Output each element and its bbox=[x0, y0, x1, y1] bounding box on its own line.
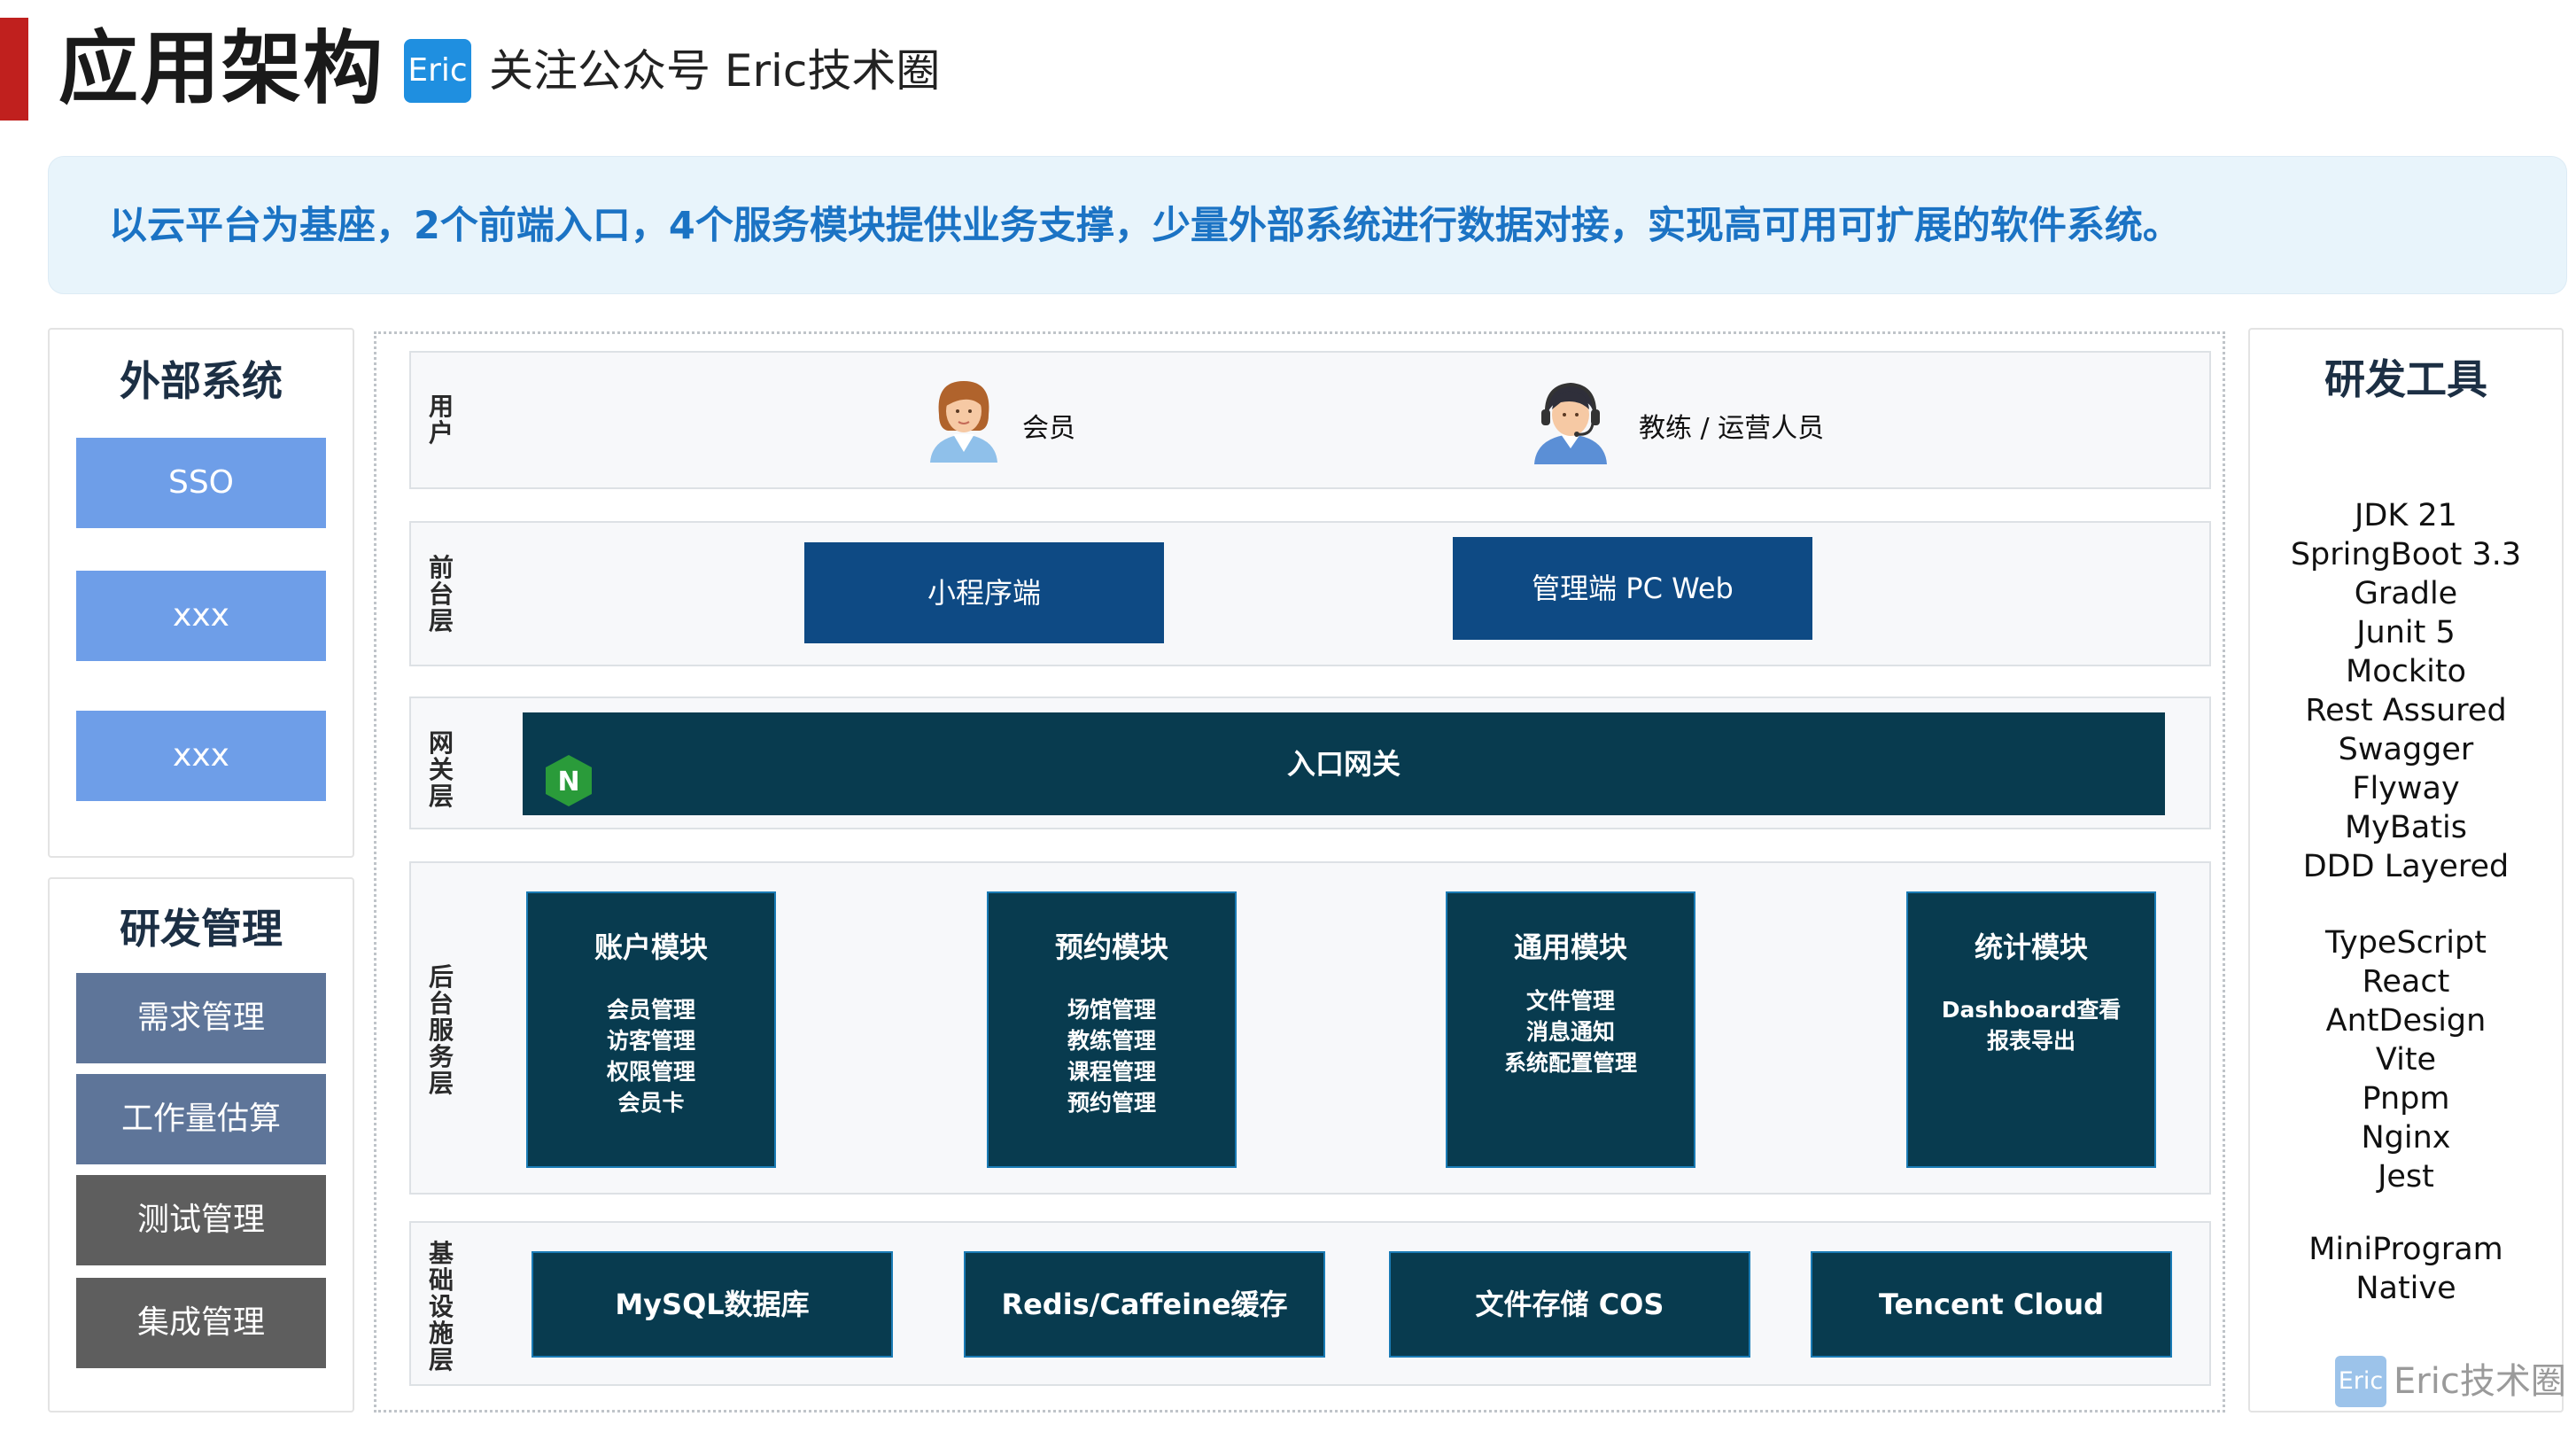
backend-layer-label: 后台服务层 bbox=[428, 962, 454, 1098]
module-items: 会员管理 访客管理 权限管理 会员卡 bbox=[528, 994, 774, 1118]
module-item: 教练管理 bbox=[1067, 1028, 1156, 1054]
dev-item-requirements: 需求管理 bbox=[76, 973, 326, 1063]
title-accent-bar bbox=[0, 18, 28, 121]
tool-item: MiniProgram bbox=[2308, 1232, 2503, 1267]
module-title: 通用模块 bbox=[1513, 930, 1627, 964]
module-item: 课程管理 bbox=[1067, 1059, 1156, 1085]
watermark-text: Eric技术圈 bbox=[2394, 1361, 2566, 1402]
dev-tools-backend-list: JDK 21 SpringBoot 3.3 Gradle Junit 5 Moc… bbox=[2250, 496, 2562, 886]
page-subtitle: 关注公众号 Eric技术圈 bbox=[489, 45, 941, 97]
dev-item-integration: 集成管理 bbox=[76, 1278, 326, 1368]
module-booking: 预约模块 场馆管理 教练管理 课程管理 预约管理 bbox=[987, 891, 1237, 1168]
tool-item: JDK 21 bbox=[2355, 498, 2457, 533]
user-layer: 用户 bbox=[409, 351, 2211, 489]
external-system-item: xxx bbox=[76, 571, 326, 661]
module-title: 统计模块 bbox=[1974, 930, 2088, 964]
infra-mysql: MySQL数据库 bbox=[531, 1251, 893, 1358]
gateway-bar: N 入口网关 bbox=[523, 712, 2165, 815]
tool-item: React bbox=[2362, 964, 2450, 1000]
module-title: 预约模块 bbox=[1054, 930, 1168, 964]
tool-item: Pnpm bbox=[2362, 1081, 2450, 1117]
frontend-miniprogram: 小程序端 bbox=[804, 542, 1164, 643]
operator-headset-avatar-icon bbox=[1531, 376, 1610, 464]
summary-banner: 以云平台为基座，2个前端入口，4个服务模块提供业务支撑，少量外部系统进行数据对接… bbox=[48, 156, 2567, 294]
module-items: 场馆管理 教练管理 课程管理 预约管理 bbox=[989, 994, 1235, 1118]
external-systems-title: 外部系统 bbox=[120, 357, 283, 405]
tool-item: DDD Layered bbox=[2302, 849, 2510, 884]
dev-tools-frontend-list: TypeScript React AntDesign Vite Pnpm Ngi… bbox=[2250, 923, 2562, 1196]
module-item: 会员管理 bbox=[606, 997, 695, 1023]
user-layer-label: 用户 bbox=[428, 392, 454, 448]
tool-item: MyBatis bbox=[2344, 810, 2468, 845]
module-item: 报表导出 bbox=[1986, 1028, 2076, 1054]
module-item: 访客管理 bbox=[606, 1028, 695, 1054]
dev-item-estimation: 工作量估算 bbox=[76, 1074, 326, 1164]
tool-item: Jest bbox=[2378, 1159, 2434, 1195]
member-label: 会员 bbox=[1022, 413, 1075, 444]
module-item: 会员卡 bbox=[617, 1090, 685, 1116]
module-common: 通用模块 文件管理 消息通知 系统配置管理 bbox=[1446, 891, 1695, 1168]
frontend-pc-web: 管理端 PC Web bbox=[1453, 537, 1812, 640]
infrastructure-layer-label: 基础设施层 bbox=[428, 1239, 454, 1374]
summary-text: 以云平台为基座，2个前端入口，4个服务模块提供业务支撑，少量外部系统进行数据对接… bbox=[109, 204, 2181, 248]
module-item: 权限管理 bbox=[606, 1059, 695, 1085]
eric-logo-badge: Eric bbox=[404, 39, 471, 103]
member-avatar-icon bbox=[927, 376, 1001, 463]
gateway-layer-label: 网关层 bbox=[428, 728, 454, 811]
tool-item: Junit 5 bbox=[2356, 615, 2456, 650]
module-item: 系统配置管理 bbox=[1503, 1050, 1637, 1076]
external-system-sso: SSO bbox=[76, 438, 326, 528]
tool-item: TypeScript bbox=[2325, 925, 2487, 961]
module-item: 预约管理 bbox=[1067, 1090, 1156, 1116]
tool-item: SpringBoot 3.3 bbox=[2290, 537, 2522, 572]
tool-item: Nginx bbox=[2361, 1120, 2451, 1156]
tool-item: Flyway bbox=[2352, 771, 2460, 806]
module-item: 消息通知 bbox=[1525, 1019, 1615, 1045]
module-title: 账户模块 bbox=[594, 930, 708, 964]
frontend-layer: 前台层 bbox=[409, 521, 2211, 666]
tool-item: Native bbox=[2355, 1271, 2456, 1306]
tool-item: Vite bbox=[2375, 1042, 2437, 1078]
module-item: 文件管理 bbox=[1525, 988, 1615, 1014]
tool-item: Gradle bbox=[2354, 576, 2458, 611]
infra-tencent-cloud: Tencent Cloud bbox=[1811, 1251, 2172, 1358]
external-system-item: xxx bbox=[76, 711, 326, 801]
tool-item: Mockito bbox=[2346, 654, 2466, 689]
tool-item: AntDesign bbox=[2325, 1003, 2487, 1039]
module-item: 场馆管理 bbox=[1067, 997, 1156, 1023]
gateway-title: 入口网关 bbox=[1286, 747, 1401, 781]
module-items: Dashboard查看 报表导出 bbox=[1908, 994, 2154, 1056]
dev-tools-panel: 研发工具 JDK 21 SpringBoot 3.3 Gradle Junit … bbox=[2248, 328, 2564, 1413]
watermark-logo-badge: Eric bbox=[2335, 1356, 2386, 1407]
page-title: 应用架构 bbox=[58, 22, 384, 115]
tool-item: Rest Assured bbox=[2305, 693, 2507, 728]
dev-item-testing: 测试管理 bbox=[76, 1175, 326, 1265]
module-item: Dashboard查看 bbox=[1941, 997, 2122, 1023]
frontend-layer-label: 前台层 bbox=[428, 553, 454, 635]
operator-label: 教练 / 运营人员 bbox=[1639, 413, 1825, 444]
dev-tools-miniprogram-list: MiniProgram Native bbox=[2250, 1230, 2562, 1308]
module-account: 账户模块 会员管理 访客管理 权限管理 会员卡 bbox=[526, 891, 776, 1168]
module-items: 文件管理 消息通知 系统配置管理 bbox=[1447, 985, 1694, 1078]
infra-cos-storage: 文件存储 COS bbox=[1389, 1251, 1750, 1358]
dev-management-title: 研发管理 bbox=[120, 905, 283, 953]
module-statistics: 统计模块 Dashboard查看 报表导出 bbox=[1906, 891, 2156, 1168]
tool-item: Swagger bbox=[2338, 732, 2474, 767]
dev-tools-title: 研发工具 bbox=[2324, 355, 2487, 403]
infra-redis-cache: Redis/Caffeine缓存 bbox=[964, 1251, 1325, 1358]
